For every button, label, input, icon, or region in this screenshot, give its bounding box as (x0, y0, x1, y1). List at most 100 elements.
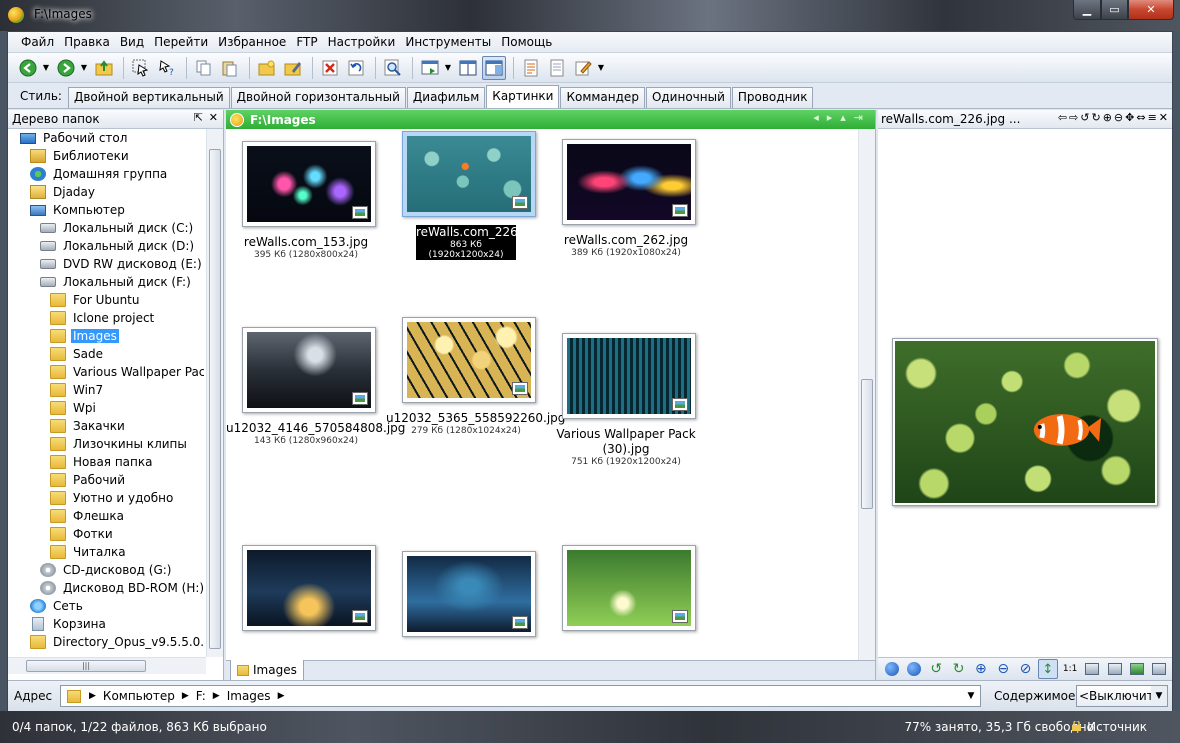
back-button[interactable] (16, 56, 40, 80)
thumbnail-image-frame[interactable] (242, 141, 376, 227)
undock-icon[interactable]: ⇱ (194, 111, 203, 124)
fit-height-button[interactable]: ↕ (1038, 659, 1058, 679)
scrollbar-thumb[interactable]: ||| (26, 660, 146, 672)
breadcrumb-computer[interactable]: Компьютер (103, 689, 175, 703)
thumbnail-image-frame[interactable] (402, 131, 536, 217)
style-tab-explorer[interactable]: Проводник (731, 87, 814, 108)
dual-pane-button[interactable] (456, 56, 480, 80)
document-button[interactable] (545, 56, 569, 80)
menu-help[interactable]: Помощь (496, 35, 557, 49)
thumbnail-item[interactable]: u12032_4146_570584808.jpg 143 Кб (1280x96… (226, 319, 405, 509)
breadcrumb-separator-icon[interactable]: ▶ (182, 691, 189, 701)
tree-item[interactable]: Читалка (8, 543, 204, 561)
tree-item[interactable]: Компьютер (8, 201, 204, 219)
rotate-left-button[interactable]: ↺ (927, 659, 946, 679)
path-nav-icons[interactable]: ◂▸▴⇥ (813, 111, 871, 124)
menu-edit[interactable]: Правка (59, 35, 115, 49)
folder-tree-hscrollbar[interactable]: ||| (8, 657, 206, 674)
tree-item[interactable]: Djaday (8, 183, 204, 201)
thumbnail-item[interactable]: reWalls.com_262.jpg 389 Кб (1920x1080x24) (546, 129, 706, 319)
tree-item[interactable]: Локальный диск (C:) (8, 219, 204, 237)
rename-button[interactable] (281, 56, 305, 80)
tree-item[interactable]: Флешка (8, 507, 204, 525)
tree-item[interactable]: For Ubuntu (8, 291, 204, 309)
back-dropdown[interactable]: ▼ (42, 56, 50, 80)
menu-ftp[interactable]: FTP (291, 35, 322, 49)
new-folder-button[interactable] (255, 56, 279, 80)
lock-icon[interactable] (1072, 721, 1081, 731)
style-tab-pictures[interactable]: Картинки (486, 85, 560, 108)
tree-item[interactable]: Новая папка (8, 453, 204, 471)
thumbnail-image-frame[interactable] (562, 545, 696, 631)
tree-item[interactable]: Сеть (8, 597, 204, 615)
tree-item[interactable]: Directory_Opus_v9.5.5.0.3889_ (8, 633, 204, 651)
close-button[interactable]: ✕ (1128, 0, 1174, 20)
breadcrumb-separator-icon[interactable]: ▶ (89, 691, 96, 701)
style-tab-dual-vertical[interactable]: Двойной вертикальный (67, 87, 230, 108)
rotate-right-button[interactable]: ↻ (949, 659, 968, 679)
thumbnail-item[interactable]: u12032_5365_558592260.jpg 279 Кб (1280x10… (386, 317, 565, 509)
tree-item[interactable]: Закачки (8, 417, 204, 435)
forward-button[interactable] (54, 56, 78, 80)
tree-item[interactable]: Win7 (8, 381, 204, 399)
scrollbar-thumb[interactable] (861, 379, 873, 509)
fullscreen-button[interactable] (1127, 659, 1146, 679)
scrollbar-thumb[interactable] (209, 149, 221, 649)
tree-item[interactable]: Домашняя группа (8, 165, 204, 183)
tree-item[interactable]: Локальный диск (D:) (8, 237, 204, 255)
info-button[interactable] (1083, 659, 1102, 679)
address-field[interactable]: ▶ Компьютер ▶ F: ▶ Images ▶ ▼ (60, 685, 981, 707)
preview-image[interactable] (892, 338, 1158, 506)
find-button[interactable] (381, 56, 405, 80)
preview-pane-button[interactable] (482, 55, 506, 80)
tree-item[interactable]: Sade (8, 345, 204, 363)
thumbnail-image-frame[interactable] (562, 333, 696, 419)
breadcrumb-images[interactable]: Images (227, 689, 271, 703)
thumbnail-image-frame[interactable] (242, 545, 376, 631)
view-mode-dropdown[interactable]: ▼ (444, 56, 452, 80)
thumbnail-item[interactable] (226, 535, 386, 660)
select-pattern-button[interactable]: ? (155, 56, 179, 80)
thumbnail-image-frame[interactable] (402, 317, 536, 403)
thumbnail-item[interactable]: reWalls.com_153.jpg 395 Кб (1280x800x24) (226, 129, 386, 319)
tree-item[interactable]: Уютно и удобно (8, 489, 204, 507)
tree-item[interactable]: Корзина (8, 615, 204, 633)
tree-item[interactable]: Фотки (8, 525, 204, 543)
tree-item[interactable]: Images (8, 327, 204, 345)
menu-settings[interactable]: Настройки (323, 35, 401, 49)
tree-item[interactable]: DVD RW дисковод (E:) (8, 255, 204, 273)
thumbnail-item[interactable]: Various Wallpaper Pack (30).jpg 751 Кб (1… (546, 319, 706, 509)
breadcrumb-drive-f[interactable]: F: (196, 689, 206, 703)
print-button[interactable] (1150, 659, 1169, 679)
tree-item[interactable]: Various Wallpaper Pack (8, 363, 204, 381)
breadcrumb-separator-icon[interactable]: ▶ (213, 691, 220, 701)
style-tab-commander[interactable]: Коммандер (560, 87, 645, 108)
breadcrumb-separator-icon[interactable]: ▶ (278, 691, 285, 701)
thumbnail-item[interactable] (386, 535, 546, 660)
style-tab-single[interactable]: Одиночный (645, 87, 731, 108)
contents-select[interactable]: <Выключить> ▼ (1076, 685, 1168, 707)
undo-button[interactable] (344, 56, 368, 80)
tree-item[interactable]: Локальный диск (F:) (8, 273, 204, 291)
thumbnail-item[interactable] (546, 535, 706, 660)
thumbnail-item[interactable]: reWalls.com_226.jpg 863 Кб (1920x1200x24) (386, 129, 546, 319)
menu-view[interactable]: Вид (115, 35, 149, 49)
viewer-header-controls[interactable]: ⇦⇨↺↻⊕⊖✥⇔≡✕ (1058, 111, 1170, 124)
tree-item[interactable]: Дисковод BD-ROM (H:) (8, 579, 204, 597)
folder-tree-scrollbar[interactable] (206, 129, 223, 657)
actual-size-button[interactable]: 1:1 (1061, 659, 1080, 679)
properties-button[interactable] (519, 56, 543, 80)
maximize-button[interactable]: ▭ (1101, 0, 1128, 20)
slideshow-button[interactable] (1105, 659, 1124, 679)
select-button[interactable] (129, 56, 153, 80)
zoom-reset-button[interactable]: ⊘ (1016, 659, 1035, 679)
tree-item[interactable]: Рабочий (8, 471, 204, 489)
menu-tools[interactable]: Инструменты (400, 35, 496, 49)
thumbnail-image-frame[interactable] (242, 327, 376, 413)
menu-go[interactable]: Перейти (149, 35, 213, 49)
delete-button[interactable] (318, 56, 342, 80)
zoom-out-button[interactable]: ⊖ (994, 659, 1013, 679)
tree-item[interactable]: CD-дисковод (G:) (8, 561, 204, 579)
thumbnail-image-frame[interactable] (562, 139, 696, 225)
edit-dropdown[interactable]: ▼ (597, 56, 605, 80)
